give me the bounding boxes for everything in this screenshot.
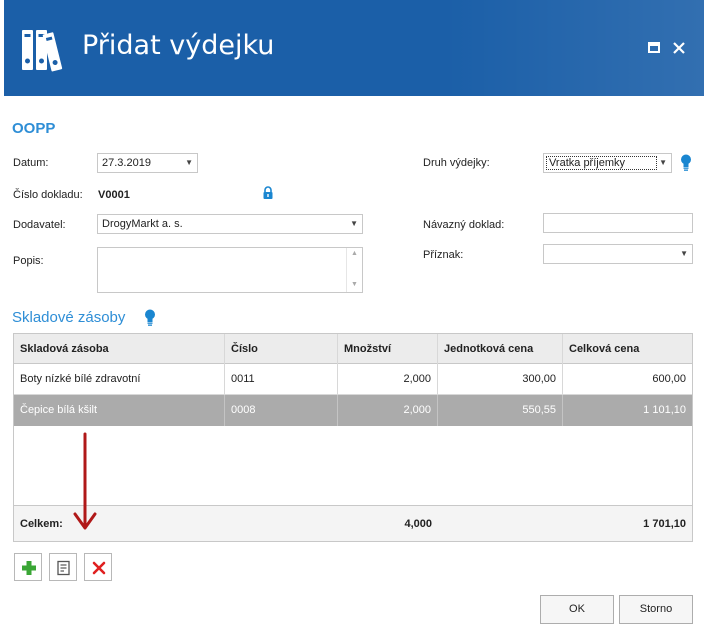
- delete-icon: [92, 561, 106, 575]
- add-row-button[interactable]: [14, 553, 42, 581]
- cell-qty: 2,000: [338, 364, 438, 395]
- chevron-down-icon[interactable]: ▼: [350, 215, 358, 233]
- table-row-selected[interactable]: Čepice bílá kšilt 0008 2,000 550,55 1 10…: [14, 395, 692, 426]
- delete-row-button[interactable]: [84, 553, 112, 581]
- datum-value: 27.3.2019: [102, 157, 151, 169]
- chevron-down-icon[interactable]: ▼: [185, 154, 193, 172]
- plus-icon: [22, 561, 36, 575]
- cislo-value: V0001: [98, 189, 130, 201]
- title-bar: Přidat výdejku: [4, 0, 704, 96]
- grid-header: Skladová zásoba Číslo Množství Jednotkov…: [14, 334, 692, 364]
- column-header[interactable]: Množství: [338, 334, 438, 364]
- navazny-field[interactable]: [543, 213, 693, 233]
- table-row[interactable]: Boty nízké bílé zdravotní 0011 2,000 300…: [14, 364, 692, 395]
- cell-total: 600,00: [652, 373, 686, 385]
- footer-qty: 4,000: [404, 518, 432, 530]
- priznak-label: Příznak:: [423, 249, 464, 261]
- binders-icon: [22, 30, 63, 72]
- column-header[interactable]: Celková cena: [563, 334, 692, 364]
- ok-button[interactable]: OK: [540, 595, 614, 624]
- dodavatel-value: DrogyMarkt a. s.: [102, 218, 183, 230]
- cell-unit-price: 550,55: [438, 395, 563, 426]
- stock-grid[interactable]: Skladová zásoba Číslo Množství Jednotkov…: [13, 333, 693, 542]
- column-header[interactable]: Jednotková cena: [438, 334, 563, 364]
- section-title: OOPP: [12, 120, 56, 137]
- close-icon[interactable]: [669, 38, 689, 58]
- popis-textarea[interactable]: ▲ ▼: [97, 247, 363, 293]
- stock-section-title: Skladové zásoby: [12, 309, 126, 326]
- datum-field[interactable]: 27.3.2019 ▼: [97, 153, 198, 173]
- priznak-select[interactable]: ▼: [543, 244, 693, 264]
- chevron-down-icon[interactable]: ▼: [680, 245, 688, 263]
- chevron-down-icon[interactable]: ▼: [659, 154, 667, 172]
- cell-unit-price: 300,00: [438, 364, 563, 395]
- title-bar-shade: [444, 0, 704, 96]
- scroll-down-icon[interactable]: ▼: [351, 280, 358, 290]
- druh-value: Vratka příjemky: [546, 156, 657, 170]
- datum-label: Datum:: [13, 157, 49, 169]
- column-header[interactable]: Číslo: [225, 334, 338, 364]
- cell-number: 0011: [225, 364, 338, 395]
- dodavatel-label: Dodavatel:: [13, 219, 66, 231]
- cell-name: Čepice bílá kšilt: [14, 395, 225, 426]
- maximize-icon[interactable]: [644, 38, 664, 58]
- cislo-label: Číslo dokladu:: [13, 189, 83, 201]
- cell-number: 0008: [225, 395, 338, 426]
- edit-icon: [57, 560, 70, 576]
- popis-scrollbar[interactable]: ▲ ▼: [346, 248, 362, 292]
- cancel-button[interactable]: Storno: [619, 595, 693, 624]
- column-header[interactable]: Skladová zásoba: [14, 334, 225, 364]
- navazny-label: Návazný doklad:: [423, 219, 505, 231]
- cell-name: Boty nízké bílé zdravotní: [14, 364, 225, 395]
- grid-footer: Celkem: 4,000 1 701,10: [14, 505, 692, 541]
- footer-total: 1 701,10: [643, 518, 686, 530]
- lightbulb-icon[interactable]: [143, 308, 157, 327]
- window-title: Přidat výdejku: [82, 30, 275, 61]
- lightbulb-icon[interactable]: [679, 153, 693, 172]
- druh-select[interactable]: Vratka příjemky ▼: [543, 153, 672, 173]
- footer-label: Celkem:: [20, 518, 63, 530]
- scroll-up-icon[interactable]: ▲: [351, 249, 358, 259]
- annotation-arrow-icon: [73, 432, 97, 530]
- cell-total: 1 101,10: [643, 404, 686, 416]
- edit-row-button[interactable]: [49, 553, 77, 581]
- lock-icon: [263, 186, 273, 199]
- druh-label: Druh výdejky:: [423, 157, 490, 169]
- popis-label: Popis:: [13, 255, 44, 267]
- dodavatel-field[interactable]: DrogyMarkt a. s. ▼: [97, 214, 363, 234]
- cell-qty: 2,000: [338, 395, 438, 426]
